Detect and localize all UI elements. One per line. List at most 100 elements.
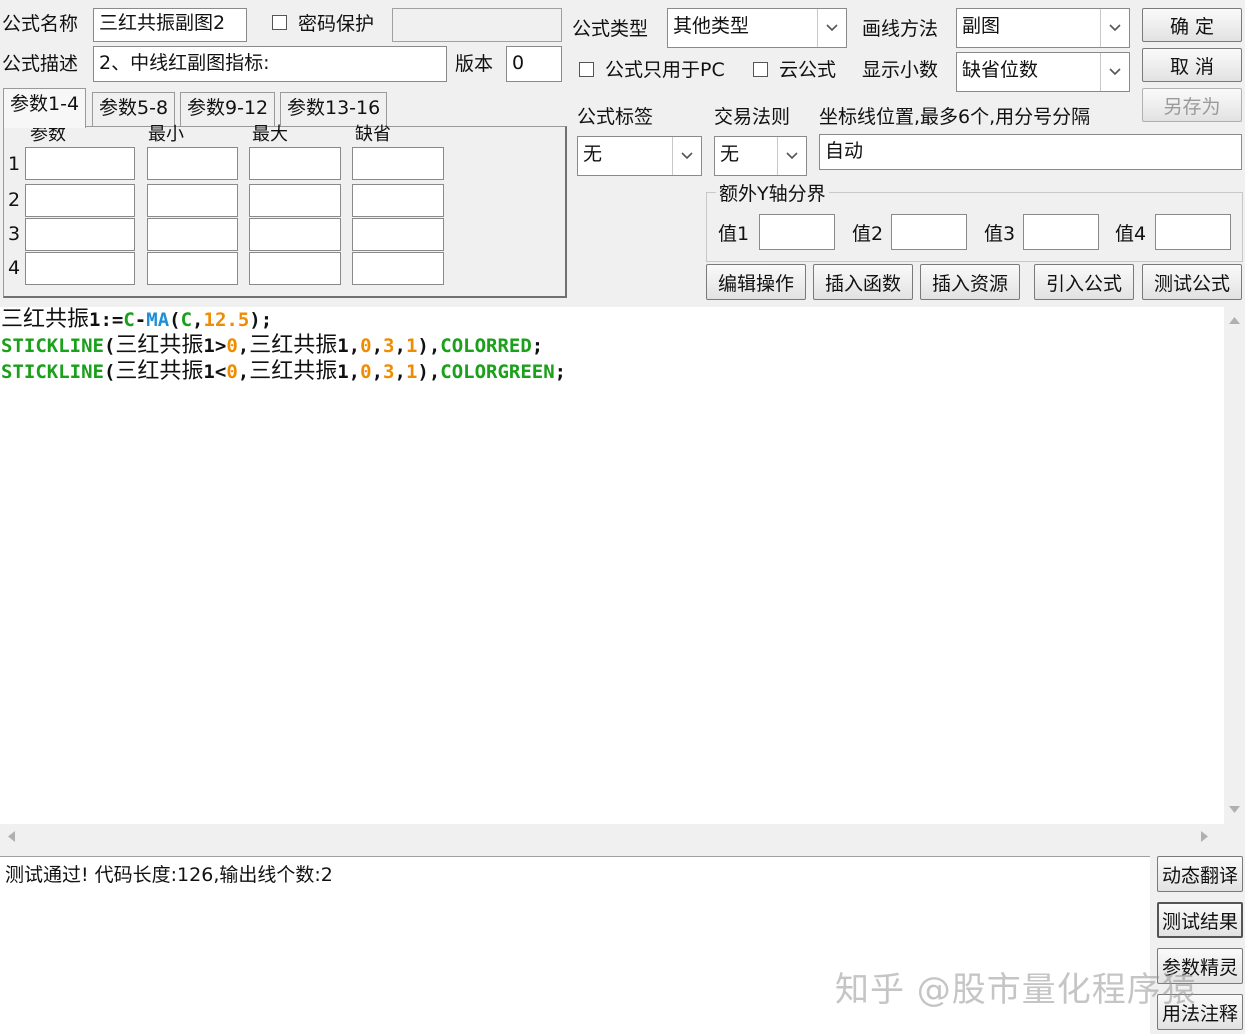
cloud-formula-checkbox[interactable]: [753, 62, 768, 77]
horizontal-scrollbar[interactable]: [0, 824, 1224, 848]
version-input[interactable]: 0: [506, 46, 562, 82]
cancel-button[interactable]: 取 消: [1142, 48, 1242, 82]
y-bound-input-3[interactable]: [1023, 214, 1099, 250]
code-line[interactable]: STICKLINE(三红共振1<0,三红共振1,0,3,1),COLORGREE…: [1, 359, 566, 385]
chevron-down-icon[interactable]: [817, 9, 846, 47]
usage-notes-button[interactable]: 用法注释: [1157, 994, 1243, 1030]
y-bounds-title: 额外Y轴分界: [716, 182, 829, 206]
ok-button[interactable]: 确 定: [1142, 8, 1242, 42]
code-token: 1,: [337, 361, 361, 383]
param-wizard-button[interactable]: 参数精灵: [1157, 948, 1243, 984]
chevron-down-icon[interactable]: [777, 137, 806, 175]
chevron-down-icon[interactable]: [1100, 53, 1129, 91]
param-max-input[interactable]: [249, 184, 341, 217]
code-token: 三红共振: [249, 359, 338, 384]
param-row-number: 2: [8, 189, 21, 211]
code-token: C: [123, 309, 135, 331]
param-row-number: 1: [8, 153, 21, 175]
code-token: 三红共振: [249, 333, 338, 358]
param-max-input[interactable]: [249, 252, 341, 285]
param-min-input[interactable]: [147, 147, 238, 180]
param-col-header-min: 最小: [148, 124, 184, 145]
save-as-button[interactable]: 另存为: [1142, 88, 1242, 122]
code-token: );: [249, 309, 273, 331]
formula-desc-input[interactable]: 2、中线红副图指标:: [93, 46, 447, 82]
formula-type-label: 公式类型: [572, 18, 649, 40]
insert-function-button[interactable]: 插入函数: [813, 264, 913, 300]
code-editor[interactable]: 三红共振1:=C-MA(C,12.5); STICKLINE(三红共振1>0,三红…: [0, 307, 1224, 824]
decimals-value: 缺省位数: [962, 59, 1039, 81]
draw-method-select[interactable]: 副图: [956, 8, 1130, 48]
tab-params-13-16[interactable]: 参数13-16: [280, 92, 388, 126]
code-token: ,: [394, 361, 406, 383]
code-token: ),: [417, 361, 441, 383]
trade-rule-select[interactable]: 无: [714, 136, 807, 176]
y-bound-label-3: 值3: [984, 223, 1016, 245]
chevron-down-icon[interactable]: [672, 137, 701, 175]
param-name-input[interactable]: [25, 252, 135, 285]
param-min-input[interactable]: [147, 184, 238, 217]
param-default-input[interactable]: [352, 184, 444, 217]
formula-tag-select[interactable]: 无: [577, 136, 702, 176]
import-formula-button[interactable]: 引入公式: [1034, 264, 1134, 300]
test-result-button[interactable]: 测试结果: [1157, 902, 1243, 938]
edit-operations-button[interactable]: 编辑操作: [706, 264, 806, 300]
param-name-input[interactable]: [25, 147, 135, 180]
code-token: 3: [383, 335, 395, 357]
param-min-input[interactable]: [147, 218, 238, 251]
scroll-up-icon[interactable]: [1228, 315, 1241, 325]
formula-type-select[interactable]: 其他类型: [667, 8, 847, 48]
code-token: 三红共振: [115, 333, 204, 358]
code-token: 1: [405, 335, 418, 357]
code-token: ,: [371, 335, 384, 357]
code-token: (: [103, 335, 116, 357]
output-panel: 测试通过! 代码长度:126,输出线个数:2: [0, 856, 1150, 1034]
code-token: (: [169, 309, 181, 331]
code-token: COLORGREEN: [440, 361, 555, 383]
tab-params-5-8[interactable]: 参数5-8: [92, 92, 176, 126]
decimals-select[interactable]: 缺省位数: [956, 52, 1130, 92]
tab-params-9-12[interactable]: 参数9-12: [180, 92, 276, 126]
code-token: 3: [383, 361, 395, 383]
param-name-input[interactable]: [25, 184, 135, 217]
formula-tag-label: 公式标签: [577, 106, 654, 128]
code-token: MA: [146, 309, 170, 331]
vertical-scrollbar[interactable]: [1224, 307, 1245, 824]
pc-only-checkbox[interactable]: [579, 62, 594, 77]
password-checkbox[interactable]: [272, 15, 287, 30]
param-row-number: 3: [8, 223, 21, 245]
code-token: STICKLINE: [1, 335, 104, 357]
test-formula-button[interactable]: 测试公式: [1142, 264, 1242, 300]
version-label: 版本: [455, 53, 494, 75]
password-input[interactable]: [392, 8, 562, 42]
formula-name-input[interactable]: 三红共振副图2: [93, 8, 247, 42]
scroll-down-icon[interactable]: [1228, 805, 1241, 815]
param-default-input[interactable]: [352, 147, 444, 180]
param-default-input[interactable]: [352, 252, 444, 285]
param-name-input[interactable]: [25, 218, 135, 251]
y-bound-input-4[interactable]: [1155, 214, 1231, 250]
param-max-input[interactable]: [249, 147, 341, 180]
y-bound-input-1[interactable]: [759, 214, 835, 250]
axis-position-label: 坐标线位置,最多6个,用分号分隔: [819, 106, 1091, 128]
pc-only-label: 公式只用于PC: [605, 59, 725, 81]
code-token: 1: [405, 361, 418, 383]
param-min-input[interactable]: [147, 252, 238, 285]
code-token: 0: [226, 335, 238, 357]
code-token: STICKLINE: [1, 361, 104, 383]
param-default-input[interactable]: [352, 218, 444, 251]
y-bound-input-2[interactable]: [891, 214, 967, 250]
scroll-left-icon[interactable]: [6, 830, 16, 843]
formula-name-label: 公式名称: [2, 13, 79, 35]
y-bound-label-4: 值4: [1115, 223, 1147, 245]
dynamic-translate-button[interactable]: 动态翻译: [1157, 856, 1243, 892]
tab-params-1-4[interactable]: 参数1-4: [3, 88, 87, 128]
code-token: 1:=: [89, 309, 124, 331]
code-line[interactable]: STICKLINE(三红共振1>0,三红共振1,0,3,1),COLORRED;: [1, 333, 543, 359]
scroll-right-icon[interactable]: [1200, 830, 1210, 843]
insert-resource-button[interactable]: 插入资源: [920, 264, 1020, 300]
code-line[interactable]: 三红共振1:=C-MA(C,12.5);: [1, 307, 272, 333]
chevron-down-icon[interactable]: [1100, 9, 1129, 47]
axis-position-input[interactable]: 自动: [819, 134, 1242, 170]
param-max-input[interactable]: [249, 218, 341, 251]
